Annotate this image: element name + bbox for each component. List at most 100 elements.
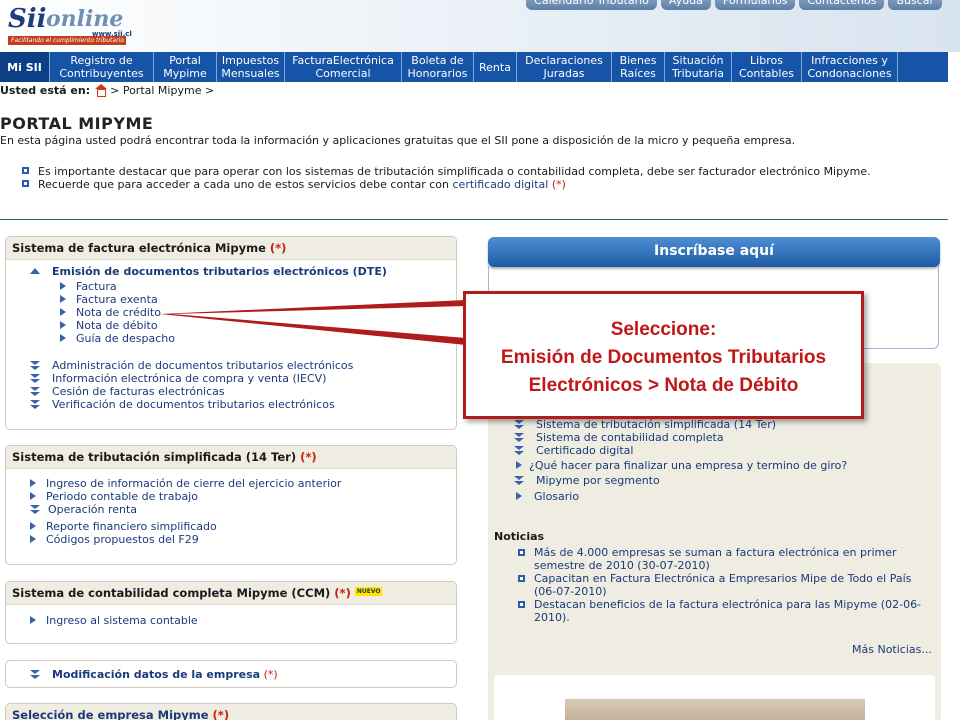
top-link-calendario[interactable]: Calendario Tributario [526,0,657,10]
list-item[interactable]: Guía de despacho [60,332,456,345]
asterisk-link[interactable]: (*) [270,241,287,255]
factura-exenta-link[interactable]: Factura exenta [76,293,158,306]
nav-item[interactable]: Declaraciones Juradas [517,52,612,82]
asterisk-link[interactable]: (*) [552,178,566,191]
nav-item[interactable]: Infracciones y Condonaciones [802,52,898,82]
news-item[interactable]: Más de 4.000 empresas se suman a factura… [518,546,928,572]
nav-item[interactable]: Boleta de Honorarios [402,52,474,82]
mas-noticias-link[interactable]: Más Noticias... [852,643,932,656]
expand-icon[interactable] [30,361,40,370]
box-modificacion-datos[interactable]: Modificación datos de la empresa (*) [5,660,457,688]
list-item[interactable]: Factura [60,280,456,293]
news-link[interactable]: Más de 4.000 empresas se suman a factura… [534,546,897,572]
emision-dte-link[interactable]: Emisión de documentos tributarios electr… [52,265,387,278]
instruction-callout: Seleccione: Emisión de Documentos Tribut… [463,291,864,419]
home-icon[interactable] [94,84,107,97]
list-item[interactable]: Operación renta [30,503,456,516]
expand-icon[interactable] [30,505,40,514]
news-link[interactable]: Destacan beneficios de la factura electr… [534,598,921,624]
list-item[interactable]: Sistema de contabilidad completa [514,431,847,444]
list-item[interactable]: Ingreso al sistema contable [30,614,456,627]
info-link[interactable]: Sistema de contabilidad completa [536,431,724,444]
verificacion-dte-link[interactable]: Verificación de documentos tributarios e… [52,398,335,411]
asterisk-link[interactable]: (*) [300,450,317,464]
collapse-icon[interactable] [30,268,40,274]
info-link[interactable]: Sistema de tributación simplificada (14 … [536,418,776,431]
news-item[interactable]: Destacan beneficios de la factura electr… [518,598,928,624]
info-link[interactable]: Mipyme por segmento [536,474,660,487]
arrow-right-icon [516,461,522,469]
nav-item[interactable]: Impuestos Mensuales [217,52,285,82]
list-item[interactable]: Información electrónica de compra y vent… [30,372,456,385]
nota-debito-link[interactable]: Nota de débito [76,319,158,332]
top-link-contactenos[interactable]: Contáctenos [799,0,885,10]
breadcrumb-path[interactable]: > Portal Mipyme > [107,84,214,97]
expand-icon[interactable] [30,387,40,396]
nav-item[interactable]: Libros Contables [732,52,802,82]
nota-credito-link[interactable]: Nota de crédito [76,306,161,319]
info-link[interactable]: Certificado digital [536,444,633,457]
expand-icon[interactable] [30,670,40,679]
operacion-renta-link[interactable]: Operación renta [48,503,137,516]
sii-online-logo[interactable]: Sii online www.sii.cl Facilitando el cum… [8,4,132,45]
reporte-financiero-link[interactable]: Reporte financiero simplificado [46,520,217,533]
list-item[interactable]: Factura exenta [60,293,456,306]
list-item[interactable]: Verificación de documentos tributarios e… [30,398,456,411]
info-link[interactable]: Glosario [534,490,579,503]
list-item[interactable]: Sistema de tributación simplificada (14 … [514,418,847,431]
iecv-link[interactable]: Información electrónica de compra y vent… [52,372,326,385]
nav-item[interactable]: Mi SII [0,52,50,82]
list-item[interactable]: Nota de débito [60,319,456,332]
expand-icon[interactable] [514,433,524,442]
cierre-ejercicio-link[interactable]: Ingreso de información de cierre del eje… [46,477,341,490]
notes-list: Es importante destacar que para operar c… [22,165,871,191]
nav-item[interactable]: Bienes Raíces [612,52,665,82]
info-link[interactable]: ¿Qué hacer para finalizar una empresa y … [529,459,847,472]
list-item[interactable]: Periodo contable de trabajo [30,490,456,503]
top-link-formularios[interactable]: Formularios [714,0,796,10]
inscribase-button[interactable]: Inscríbase aquí [488,237,940,267]
cesion-facturas-link[interactable]: Cesión de facturas electrónicas [52,385,225,398]
expand-icon[interactable] [30,400,40,409]
nav-item[interactable]: FacturaElectrónica Comercial [285,52,402,82]
periodo-contable-link[interactable]: Periodo contable de trabajo [46,490,198,503]
nav-item[interactable]: Situación Tributaria [665,52,732,82]
list-item-expanded[interactable]: Emisión de documentos tributarios electr… [30,265,456,278]
top-link-ayuda[interactable]: Ayuda [660,0,711,10]
nav-item[interactable]: Registro de Contribuyentes [50,52,154,82]
news-link[interactable]: Capacitan en Factura Electrónica a Empre… [534,572,911,598]
factura-link[interactable]: Factura [76,280,117,293]
certificado-digital-link[interactable]: certificado digital [453,178,549,191]
nav-item[interactable]: Renta [474,52,517,82]
noticias-heading: Noticias [494,530,545,543]
administracion-dte-link[interactable]: Administración de documentos tributarios… [52,359,353,372]
ingreso-sistema-contable-link[interactable]: Ingreso al sistema contable [46,614,198,627]
list-item[interactable]: Códigos propuestos del F29 [30,533,456,546]
asterisk-link[interactable]: (*) [334,586,351,600]
breadcrumb-prefix: Usted está en: [0,84,91,97]
list-item[interactable]: Cesión de facturas electrónicas [30,385,456,398]
list-item[interactable]: Certificado digital [514,444,847,457]
top-link-buscar[interactable]: Buscar [888,0,942,10]
list-item[interactable]: Glosario [514,490,847,503]
nav-item[interactable]: Portal Mypime [154,52,217,82]
list-item[interactable]: Ingreso de información de cierre del eje… [30,477,456,490]
list-item[interactable]: Reporte financiero simplificado [30,520,456,533]
asterisk-link[interactable]: (*) [213,708,230,720]
arrow-right-icon [60,282,66,290]
expand-icon[interactable] [30,374,40,383]
expand-icon[interactable] [514,446,524,455]
expand-icon[interactable] [514,420,524,429]
list-item[interactable]: ¿Qué hacer para finalizar una empresa y … [514,459,847,472]
codigos-f29-link[interactable]: Códigos propuestos del F29 [46,533,199,546]
list-item[interactable]: Mipyme por segmento [514,474,847,487]
expand-icon[interactable] [514,476,524,485]
guia-despacho-link[interactable]: Guía de despacho [76,332,175,345]
list-item[interactable]: Nota de crédito [60,306,456,319]
news-item[interactable]: Capacitan en Factura Electrónica a Empre… [518,572,928,598]
seleccion-empresa-link[interactable]: Selección de empresa Mipyme [12,708,209,720]
banner-image[interactable] [565,699,865,720]
list-item[interactable]: Administración de documentos tributarios… [30,359,456,372]
asterisk-link[interactable]: (*) [264,668,278,681]
modificacion-datos-link[interactable]: Modificación datos de la empresa [52,668,260,681]
